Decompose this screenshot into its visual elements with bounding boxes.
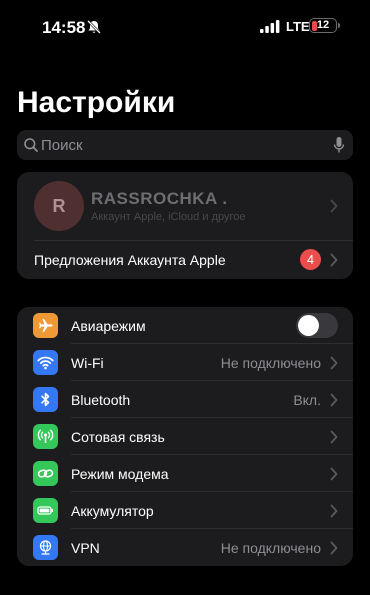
page-title: Настройки bbox=[17, 86, 176, 119]
status-time: 14:58 bbox=[42, 18, 86, 37]
battery-icon: 12 bbox=[309, 18, 340, 33]
setting-row-hotspot[interactable]: Режим модема bbox=[17, 455, 353, 492]
account-card: R RASSROCHKA . Аккаунт Apple, iCloud и д… bbox=[17, 172, 353, 279]
setting-row-bluetooth[interactable]: Bluetooth Вкл. bbox=[17, 381, 353, 418]
bluetooth-icon bbox=[33, 387, 58, 412]
chevron-right-icon bbox=[330, 199, 338, 213]
setting-value-wifi: Не подключено bbox=[220, 355, 321, 371]
account-offers-row[interactable]: Предложения Аккаунта Apple 4 bbox=[17, 240, 353, 279]
setting-row-cellular[interactable]: Сотовая связь bbox=[17, 418, 353, 455]
chevron-right-icon bbox=[330, 467, 338, 481]
setting-label-hotspot: Режим модема bbox=[71, 466, 169, 482]
chevron-right-icon bbox=[330, 504, 338, 518]
setting-label-bluetooth: Bluetooth bbox=[71, 392, 131, 408]
chevron-right-icon bbox=[330, 541, 338, 555]
notification-badge: 4 bbox=[300, 249, 321, 270]
search-input[interactable] bbox=[41, 130, 321, 160]
bell-slash-icon bbox=[87, 20, 101, 34]
setting-label-vpn: VPN bbox=[71, 540, 100, 556]
battery-setting-icon bbox=[33, 498, 58, 523]
chevron-right-icon bbox=[330, 356, 338, 370]
chevron-right-icon bbox=[330, 430, 338, 444]
globe-icon bbox=[33, 535, 58, 560]
chevron-right-icon bbox=[330, 253, 338, 267]
apple-account-row[interactable]: R RASSROCHKA . Аккаунт Apple, iCloud и д… bbox=[17, 172, 353, 240]
search-bar[interactable] bbox=[17, 130, 353, 160]
network-type: LTE bbox=[286, 19, 310, 34]
status-bar: 14:58 LTE 12 bbox=[0, 0, 370, 50]
setting-row-wifi[interactable]: Wi-Fi Не подключено bbox=[17, 344, 353, 381]
signal-icon bbox=[260, 20, 280, 33]
setting-label-battery: Аккумулятор bbox=[71, 503, 154, 519]
cellular-antenna-icon bbox=[33, 424, 58, 449]
chevron-right-icon bbox=[330, 393, 338, 407]
airplane-icon bbox=[33, 313, 58, 338]
airplane-mode-toggle[interactable] bbox=[296, 313, 338, 338]
account-offers-label: Предложения Аккаунта Apple bbox=[34, 252, 226, 268]
account-name: RASSROCHKA . bbox=[91, 189, 228, 208]
setting-value-bluetooth: Вкл. bbox=[293, 392, 321, 408]
setting-label-wifi: Wi-Fi bbox=[71, 355, 104, 371]
search-icon bbox=[24, 138, 38, 152]
avatar: R bbox=[34, 181, 84, 231]
chain-link-icon bbox=[33, 461, 58, 486]
setting-row-vpn[interactable]: VPN Не подключено bbox=[17, 529, 353, 566]
connectivity-settings-card: Авиарежим Wi-Fi Не подключено Bluetooth … bbox=[17, 307, 353, 566]
microphone-icon[interactable] bbox=[333, 136, 345, 154]
setting-label-cellular: Сотовая связь bbox=[71, 429, 165, 445]
setting-row-airplane[interactable]: Авиарежим bbox=[17, 307, 353, 344]
setting-row-battery[interactable]: Аккумулятор bbox=[17, 492, 353, 529]
battery-level: 12 bbox=[316, 19, 330, 31]
setting-label-airplane: Авиарежим bbox=[71, 318, 146, 334]
setting-value-vpn: Не подключено bbox=[220, 540, 321, 556]
wifi-icon bbox=[33, 350, 58, 375]
account-subtitle: Аккаунт Apple, iCloud и другое bbox=[91, 211, 246, 223]
